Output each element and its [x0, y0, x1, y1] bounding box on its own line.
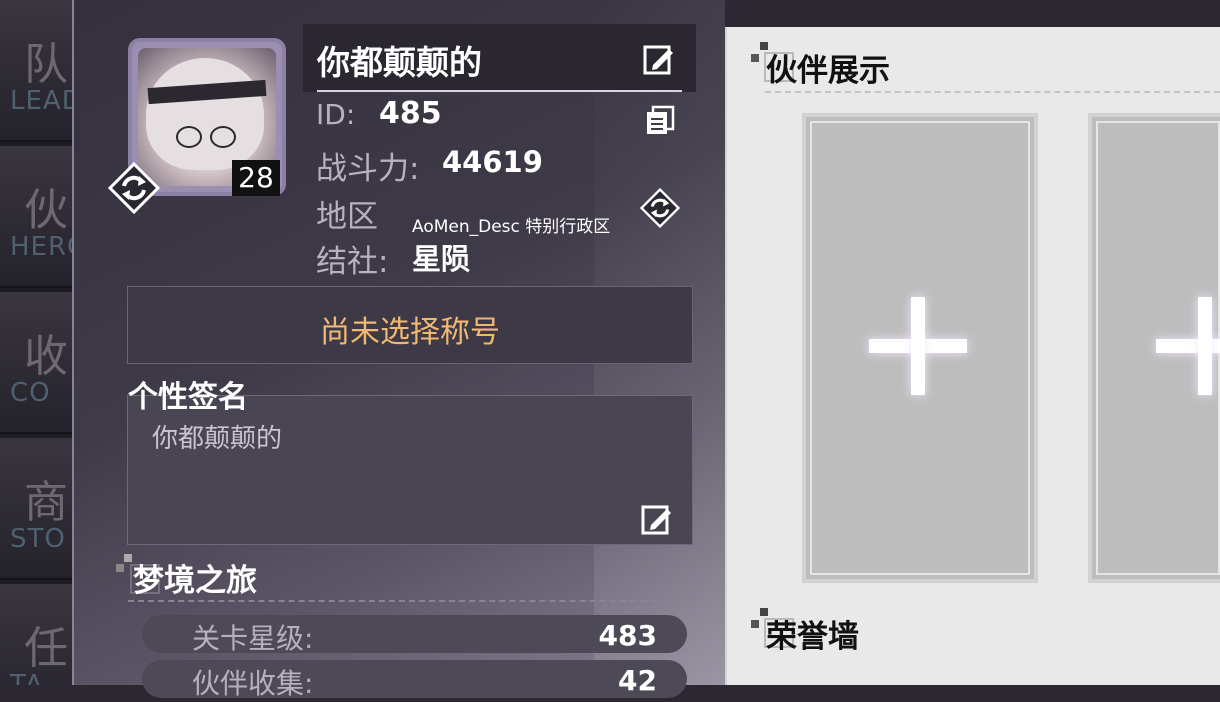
change-region-icon[interactable]: [640, 188, 680, 228]
nav-item-label: HERO: [10, 232, 74, 262]
nav-item-lead[interactable]: 队 LEAD: [0, 0, 74, 142]
add-partner-icon: [911, 297, 925, 395]
nav-item-hero[interactable]: 伙 HERO: [0, 146, 74, 288]
nav-item-label: STO: [10, 524, 66, 554]
nav-item-label: CO: [10, 378, 51, 408]
partner-slot[interactable]: [802, 113, 1038, 583]
edit-name-icon[interactable]: [643, 43, 675, 75]
id-value: 485: [379, 96, 442, 131]
section-divider: [765, 91, 1220, 93]
section-marker: [751, 54, 759, 62]
honor-heading: 荣誉墙: [766, 619, 859, 655]
section-marker: [116, 564, 124, 572]
stat-value: 483: [598, 619, 657, 652]
change-avatar-icon[interactable]: [108, 162, 160, 214]
signature-text: 你都颠颠的: [152, 424, 283, 454]
title-text: 尚未选择称号: [320, 315, 500, 350]
nav-item-glyph: 商: [24, 477, 68, 528]
power-value: 44619: [442, 145, 543, 179]
player-level: 28: [232, 160, 280, 196]
power-label: 战斗力:: [316, 151, 420, 187]
journey-heading: 梦境之旅: [133, 563, 257, 599]
stat-label: 伙伴收集:: [192, 667, 314, 700]
avatar-glasses-left: [176, 126, 202, 148]
partner-slot[interactable]: [1088, 113, 1220, 583]
name-underline: [317, 90, 682, 92]
signature-heading: 个性签名: [128, 380, 248, 415]
section-marker: [751, 620, 759, 628]
region-value: AoMen_Desc 特别行政区: [412, 217, 611, 237]
player-name: 你都颠颠的: [317, 43, 482, 82]
section-marker: [124, 554, 132, 562]
stat-row-partners: 伙伴收集: 42: [142, 660, 687, 700]
nav-item-glyph: 队: [24, 39, 68, 90]
nav-item-collection[interactable]: 收 CO: [0, 292, 74, 434]
nav-item-label: TA: [10, 670, 44, 685]
stat-label: 关卡星级:: [192, 622, 314, 655]
nav-item-store[interactable]: 商 STO: [0, 438, 74, 580]
region-label: 地区: [316, 199, 378, 235]
guild-value: 星陨: [412, 242, 471, 276]
side-navigation: 队 LEAD 伙 HERO 收 CO 商 STO 任 TA: [0, 0, 74, 685]
nav-item-glyph: 任: [24, 623, 68, 674]
section-divider: [128, 600, 696, 602]
nav-item-glyph: 收: [24, 331, 68, 382]
avatar-glasses-right: [210, 126, 236, 148]
copy-id-icon[interactable]: [645, 105, 675, 135]
stat-row-stars: 关卡星级: 483: [142, 615, 687, 655]
edit-signature-icon[interactable]: [641, 503, 673, 535]
nav-item-glyph: 伙: [24, 185, 68, 236]
id-label: ID:: [316, 98, 356, 131]
avatar-hair: [146, 58, 264, 170]
showcase-heading: 伙伴展示: [766, 53, 890, 89]
nav-item-label: LEAD: [10, 86, 74, 116]
nav-item-task[interactable]: 任 TA: [0, 584, 74, 685]
title-selector[interactable]: 尚未选择称号: [127, 286, 693, 364]
stat-value: 42: [618, 664, 657, 697]
add-partner-icon: [1198, 297, 1212, 395]
guild-label: 结社:: [316, 244, 389, 280]
